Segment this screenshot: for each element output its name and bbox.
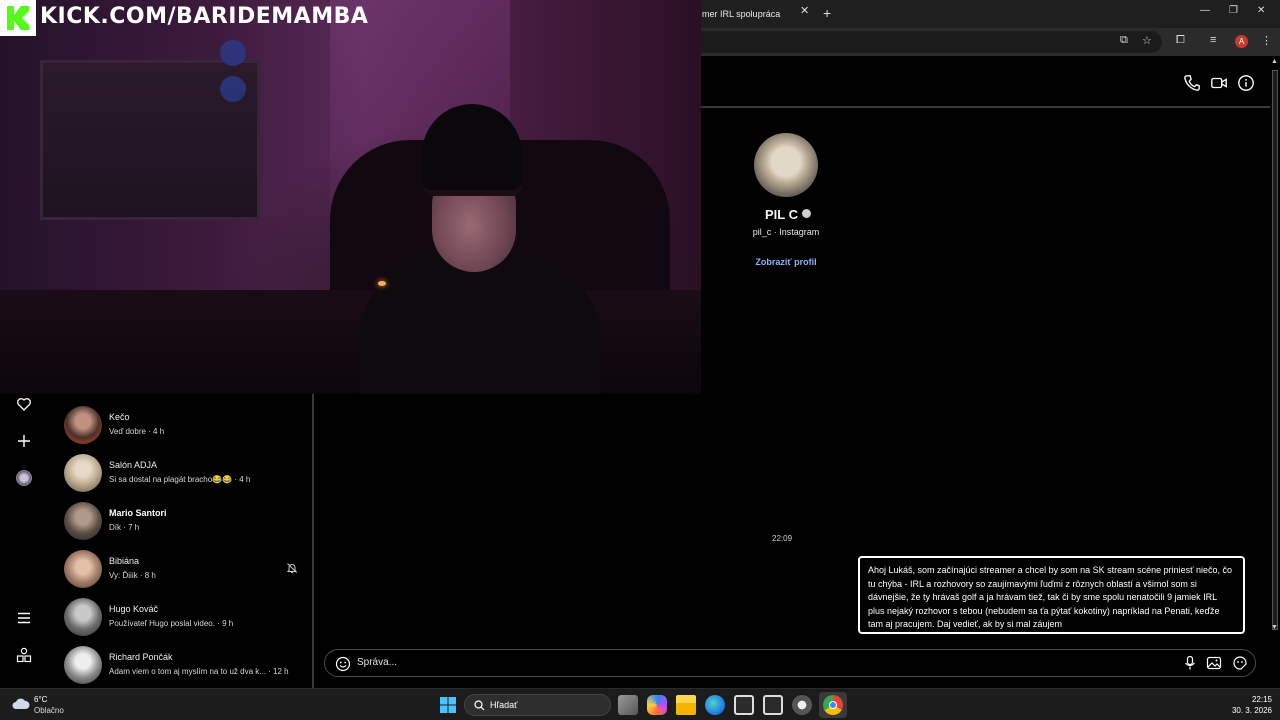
message-timestamp: 22:09	[772, 534, 793, 543]
sticker-icon[interactable]	[1232, 655, 1248, 671]
clock-time[interactable]: 22:15	[1238, 695, 1272, 704]
windows-taskbar: 6°C Oblačno Hľadať 22:15 30. 3. 2026	[0, 688, 1280, 720]
profile-subtitle: pil_c · Instagram	[752, 227, 820, 237]
page-scrollbar[interactable]: ▲ ▼	[1270, 56, 1280, 688]
avatar	[64, 550, 102, 588]
profile-avatar[interactable]	[16, 470, 32, 486]
muted-bell-icon	[286, 563, 298, 573]
conversation-item[interactable]: Kečo Veď dobre · 4 h	[62, 402, 310, 448]
kick-channel-url: KICK.COM/BARIDEMAMBA	[40, 4, 369, 29]
search-icon	[474, 700, 485, 711]
search-label: Hľadať	[490, 700, 518, 710]
menu-icon[interactable]	[16, 610, 32, 626]
kick-logo	[0, 0, 36, 36]
scroll-up-arrow-icon[interactable]: ▲	[1271, 58, 1278, 65]
lamp-light	[378, 281, 386, 286]
create-plus-icon[interactable]	[16, 433, 32, 449]
image-upload-icon[interactable]	[1206, 655, 1222, 671]
extensions-icon[interactable]: ⧠	[1176, 34, 1185, 47]
bookmark-star-icon[interactable]: ☆	[1142, 34, 1152, 47]
conversation-name: Mario Santori	[109, 508, 167, 518]
emoji-icon[interactable]	[335, 656, 351, 672]
notifications-heart-icon[interactable]	[16, 396, 32, 412]
cloud-weather-icon[interactable]	[12, 697, 30, 711]
profile-name: PIL C	[754, 207, 844, 222]
microsoft-store-icon[interactable]	[734, 695, 754, 715]
blue-decoration	[220, 40, 246, 66]
message-composer[interactable]: Správa...	[324, 649, 1256, 677]
chrome-active-background[interactable]	[819, 692, 847, 718]
avatar	[64, 598, 102, 636]
conversation-name: Salón ADJA	[109, 460, 158, 470]
browser-toolbar: ⧉ ☆ ⧠ ≡ A ⋮	[700, 28, 1280, 56]
microphone-icon[interactable]	[1182, 655, 1198, 671]
video-call-icon[interactable]	[1210, 74, 1228, 92]
info-icon[interactable]	[1237, 74, 1255, 92]
obs-studio-icon[interactable]	[792, 695, 812, 715]
threads-more-icon[interactable]	[16, 647, 32, 663]
taskbar-search[interactable]: Hľadať	[464, 694, 611, 716]
browser-menu-icon[interactable]: ⋮	[1261, 34, 1272, 47]
avatar	[64, 406, 102, 444]
conversation-name: Kečo	[109, 412, 130, 422]
chat-header	[700, 56, 1270, 108]
view-profile-button[interactable]: Zobraziť profil	[734, 257, 838, 267]
conversation-sidebar: Kečo Veď dobre · 4 h Salón ADJA Si sa do…	[0, 394, 314, 688]
conversation-preview: Dík · 7 h	[109, 523, 140, 532]
conversation-item[interactable]: Hugo Kováč Používateľ Hugo poslal video.…	[62, 594, 310, 640]
webcam-overlay: KICK.COM/BARIDEMAMBA	[0, 0, 701, 394]
conversation-name: Bibiána	[109, 556, 140, 566]
restore-icon[interactable]: ❐	[1229, 5, 1238, 16]
kick-logo-icon	[7, 6, 29, 30]
conversation-name: Richard Pončák	[109, 652, 173, 662]
weather-temperature[interactable]: 6°C	[34, 695, 47, 704]
sent-message-bubble[interactable]: Ahoj Lukáš, som začínajúci streamer a ch…	[858, 556, 1245, 634]
address-bar[interactable]	[700, 31, 1162, 53]
tab-close-icon[interactable]: ✕	[800, 4, 809, 17]
profile-name-text: PIL C	[765, 207, 798, 222]
conversation-preview: Adam viem o tom aj myslím na to už dva k…	[109, 667, 289, 676]
conversation-preview: Používateľ Hugo poslal video. · 9 h	[109, 619, 234, 628]
conversation-preview: Veď dobre · 4 h	[109, 427, 165, 436]
avatar	[64, 502, 102, 540]
edge-browser-icon[interactable]	[705, 695, 725, 715]
task-view-icon[interactable]	[618, 695, 638, 715]
browser-profile-avatar[interactable]: A	[1235, 35, 1248, 48]
conversation-item[interactable]: Salón ADJA Si sa dostal na plagát bracho…	[62, 450, 310, 496]
profile-photo[interactable]	[754, 133, 818, 197]
phone-icon[interactable]	[1183, 74, 1201, 92]
tab-title: mer IRL spolupráca	[702, 9, 781, 19]
weather-condition[interactable]: Oblačno	[34, 706, 64, 715]
windows-start-icon[interactable]	[440, 697, 456, 713]
chrome-icon-center	[829, 701, 837, 709]
scroll-thumb[interactable]	[1272, 70, 1278, 630]
browser-tabbar: mer IRL spolupráca ✕ + — ❐ ✕	[700, 0, 1280, 28]
copilot-icon[interactable]	[647, 695, 667, 715]
reading-list-icon[interactable]: ≡	[1210, 34, 1216, 46]
install-app-icon[interactable]: ⧉	[1120, 34, 1128, 47]
avatar	[64, 454, 102, 492]
message-input[interactable]: Správa...	[357, 657, 397, 668]
scroll-down-arrow-icon[interactable]: ▼	[1271, 624, 1278, 631]
close-window-icon[interactable]: ✕	[1257, 5, 1265, 16]
blue-decoration	[220, 76, 246, 102]
conversation-name: Hugo Kováč	[109, 604, 159, 614]
conversation-item[interactable]: Bibiána Vy: Ďiiik · 8 h	[62, 546, 310, 592]
conversation-preview: Vy: Ďiiik · 8 h	[109, 571, 156, 580]
file-explorer-icon[interactable]	[676, 695, 696, 715]
conversation-item[interactable]: Richard Pončák Adam viem o tom aj myslím…	[62, 642, 310, 688]
app-icon[interactable]	[763, 695, 783, 715]
verified-badge-icon	[802, 209, 811, 218]
streamer-body	[360, 250, 600, 394]
avatar	[64, 646, 102, 684]
minimize-icon[interactable]: —	[1200, 5, 1210, 16]
new-tab-icon[interactable]: +	[823, 5, 831, 21]
conversation-item[interactable]: Mario Santori Dík · 7 h	[62, 498, 310, 544]
clock-date[interactable]: 30. 3. 2026	[1220, 706, 1272, 715]
conversation-preview: Si sa dostal na plagát bracho😂😂 · 4 h	[109, 475, 251, 484]
